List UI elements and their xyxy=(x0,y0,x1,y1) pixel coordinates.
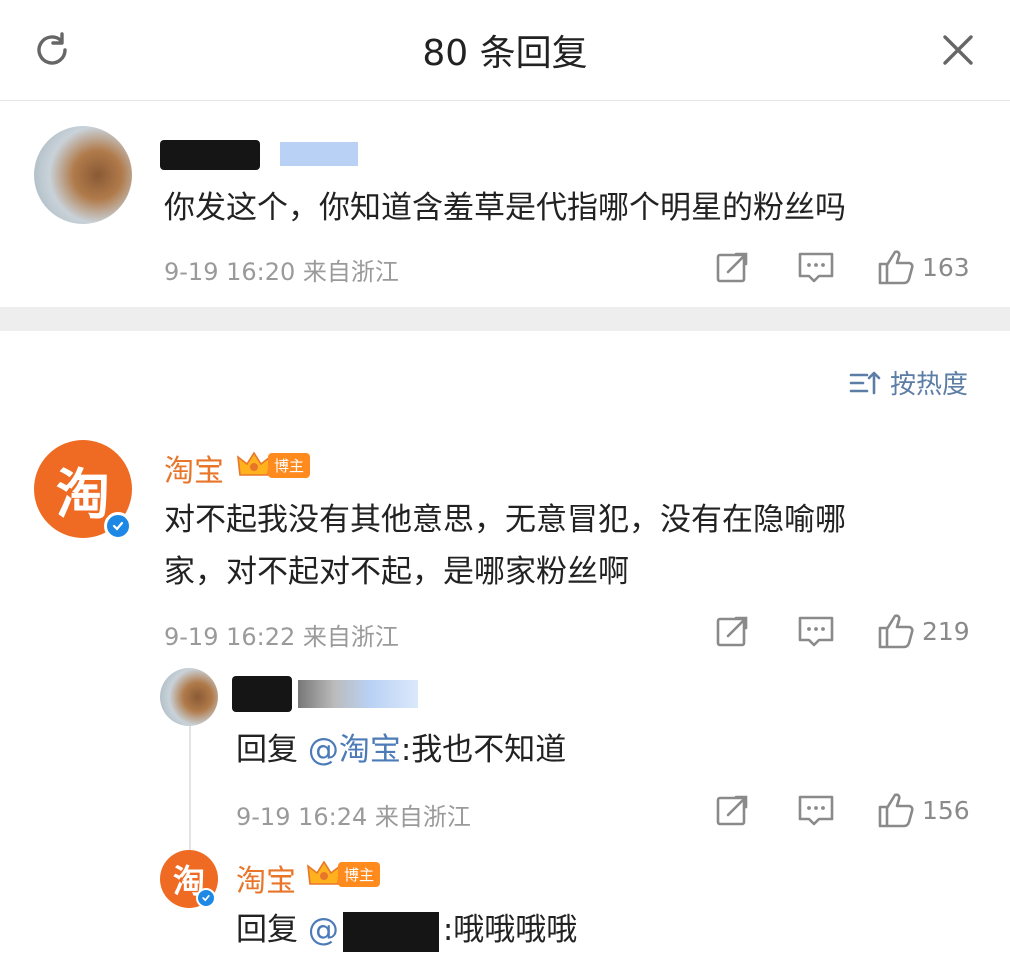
share-button[interactable] xyxy=(714,614,750,650)
share-icon xyxy=(716,795,748,826)
close-button[interactable] xyxy=(930,22,986,78)
blogger-badge: 博主 xyxy=(306,858,381,890)
verified-icon xyxy=(196,888,216,908)
sort-icon xyxy=(849,371,881,394)
thumbs-up-icon xyxy=(878,793,914,828)
like-count: 219 xyxy=(922,616,970,646)
comment-button[interactable] xyxy=(797,614,835,650)
reply-text-line2: 家，对不起对不起，是哪家粉丝啊 xyxy=(164,554,629,590)
sub-reply-text: 回复 @淘宝:我也不知道 xyxy=(236,721,566,779)
thread-connector xyxy=(189,725,191,850)
like-button[interactable]: 163 xyxy=(876,248,970,286)
verified-icon xyxy=(104,512,132,540)
reply-meta: 9-19 16:22 来自浙江 xyxy=(164,623,399,651)
redacted-username-badge xyxy=(280,142,358,166)
sub-reply-body: :我也不知道 xyxy=(400,732,567,768)
crown-icon xyxy=(236,451,272,476)
close-icon xyxy=(943,35,973,65)
redacted-username-blur xyxy=(298,680,418,708)
sort-toggle[interactable]: 按热度 xyxy=(848,364,968,401)
avatar[interactable] xyxy=(34,126,132,224)
share-icon xyxy=(716,616,748,647)
section-divider xyxy=(0,307,1010,331)
reply-text-line1: 对不起我没有其他意思，无意冒犯，没有在隐喻哪 xyxy=(164,502,846,538)
comment-icon xyxy=(798,252,834,283)
comment-text: 你发这个，你知道含羞草是代指哪个明星的粉丝吗 xyxy=(164,190,846,226)
mention-link[interactable]: @ xyxy=(308,912,339,948)
comment-button[interactable] xyxy=(797,793,835,829)
author-name[interactable]: 淘宝 xyxy=(164,446,224,490)
crown-icon xyxy=(306,860,342,885)
page-title: 80 条回复 xyxy=(422,33,588,74)
share-button[interactable] xyxy=(714,250,750,286)
avatar[interactable] xyxy=(160,668,218,726)
sort-label: 按热度 xyxy=(890,370,969,400)
like-count: 156 xyxy=(922,795,970,825)
badge-label: 博主 xyxy=(268,452,311,478)
redacted-username[interactable] xyxy=(232,676,292,712)
comment-button[interactable] xyxy=(797,250,835,286)
redacted-username xyxy=(342,911,439,952)
like-button[interactable]: 156 xyxy=(876,791,970,829)
reply-prefix: 回复 xyxy=(236,732,298,768)
share-icon xyxy=(716,252,748,283)
thumbs-up-icon xyxy=(878,250,914,285)
badge-label: 博主 xyxy=(338,861,381,887)
mention-link[interactable]: @淘宝 xyxy=(308,732,401,768)
like-count: 163 xyxy=(922,252,970,282)
redacted-username[interactable] xyxy=(160,140,260,170)
reply-prefix: 回复 xyxy=(236,912,298,948)
share-button[interactable] xyxy=(714,793,750,829)
comment-icon xyxy=(798,795,834,826)
sub-reply-body: :哦哦哦哦 xyxy=(442,912,578,948)
sub-reply-text: 回复 @ :哦哦哦哦 xyxy=(236,901,577,959)
author-name[interactable]: 淘宝 xyxy=(236,856,296,900)
blogger-badge: 博主 xyxy=(236,449,311,481)
comment-meta: 9-19 16:20 来自浙江 xyxy=(164,258,399,286)
thumbs-up-icon xyxy=(878,614,914,649)
comment-icon xyxy=(798,616,834,647)
like-button[interactable]: 219 xyxy=(876,612,970,650)
sub-reply-meta: 9-19 16:24 来自浙江 xyxy=(236,803,471,831)
taobao-logo: 淘 xyxy=(56,462,110,526)
